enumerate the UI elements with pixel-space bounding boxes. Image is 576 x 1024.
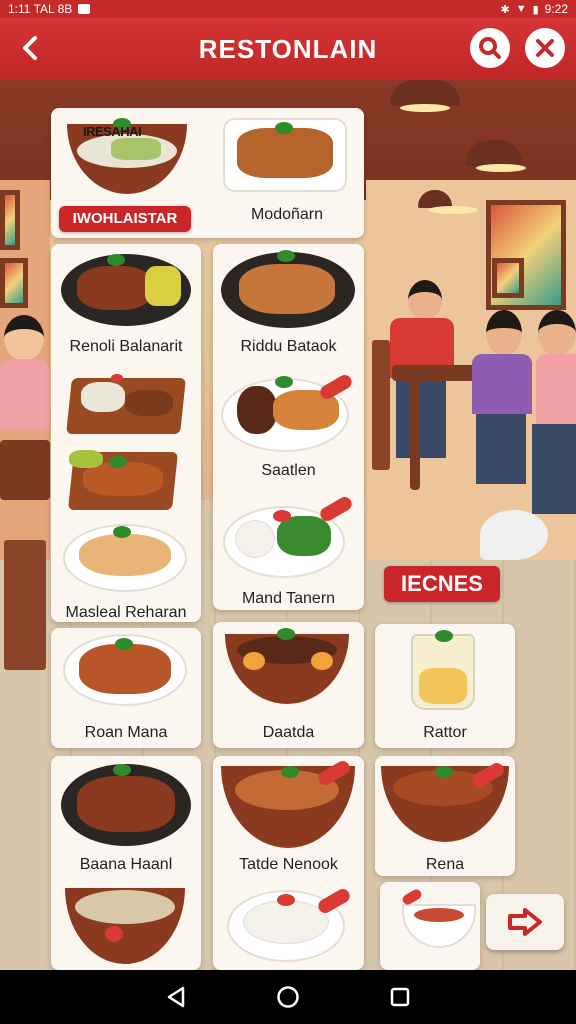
next-arrow-icon [508,908,542,936]
menu-card[interactable] [380,882,480,970]
menu-item-label: Rattor [423,724,467,741]
bowl-text: IRESAHAI [83,124,142,139]
food [125,390,173,416]
tomato [105,926,123,942]
food [79,644,171,694]
herb-garnish [115,638,133,650]
close-button[interactable] [525,28,565,68]
ceiling-lamp [466,140,526,172]
featured-banner[interactable]: IWOHLAISTAR [59,206,191,232]
menu-card[interactable]: Renoli Balanarit Masleal Reharan [51,244,201,622]
app-bar: RESTONLAIN [0,18,576,80]
nav-home-icon [277,986,299,1008]
wall-painting [0,190,20,250]
wifi-icon: ▼ [515,3,527,15]
herb-garnish [113,764,131,776]
herb-garnish [275,376,293,388]
rice [243,900,329,944]
nav-home-button[interactable] [268,977,308,1017]
food [111,138,161,160]
menu-item-label: Roan Mana [84,724,168,741]
status-bar: 1:11 TAL 8B ✱ ▼ ▮ 9:22 [0,0,576,18]
nav-back-icon [167,986,185,1008]
food [81,382,125,412]
wall-painting [492,258,524,298]
tomato-garnish [277,894,295,906]
back-button[interactable] [8,26,52,70]
nav-back-button[interactable] [156,977,196,1017]
bluetooth-icon: ✱ [500,3,510,16]
diner-figure [528,310,576,540]
food [77,266,153,310]
food [414,908,464,922]
food [79,534,171,576]
herb-garnish [277,628,295,640]
herb-garnish [109,456,127,468]
food [239,264,335,314]
menu-card[interactable]: Rattor [375,624,515,748]
food [277,516,331,556]
chili-garnish [111,374,123,382]
food [77,776,175,832]
food [69,450,103,468]
herb-garnish [435,766,453,778]
chair [4,540,46,670]
category-tag[interactable]: IECNES [384,566,500,602]
egg [311,652,333,670]
back-arrow-icon [23,36,37,60]
app-title: RESTONLAIN [198,33,378,64]
food [237,386,277,434]
herb-garnish [277,250,295,262]
next-button[interactable] [486,894,564,950]
menu-item-label: Tatde Nenook [239,856,338,873]
menu-card[interactable]: Rena [375,756,515,876]
system-nav-bar [0,970,576,1024]
sauce-spoon [317,494,355,524]
status-time: 9:22 [544,2,568,16]
menu-item-label: Renoli Balanarit [69,338,183,355]
table [0,440,50,500]
speech-bubble [480,510,548,560]
chair [372,340,390,470]
menu-item-label: Baana Haanl [79,856,173,873]
menu-item-label: Saatlen [261,462,316,479]
tomato-garnish [273,510,291,522]
search-button[interactable] [470,28,510,68]
food [75,890,175,924]
food [237,128,333,178]
egg [243,652,265,670]
food [145,266,181,306]
nav-recents-icon [390,987,410,1007]
status-left-text: 1:11 TAL 8B [8,2,73,16]
menu-card[interactable]: Tatde Nenook [213,756,364,970]
wall-painting [0,258,28,308]
herb-garnish [113,526,131,538]
herb-garnish [281,766,299,778]
table-leg [410,380,420,490]
menu-item-label: Daatda [262,724,315,741]
nav-recents-button[interactable] [380,977,420,1017]
close-icon [536,39,554,57]
menu-card[interactable]: Roan Mana [51,628,201,748]
search-icon [479,37,501,59]
herb-garnish [275,122,293,134]
menu-card[interactable]: Daatda [213,622,364,748]
menu-item-label: Rena [425,856,465,873]
ceiling-lamp [390,80,460,112]
diner-figure [466,310,536,500]
menu-item-label: Riddu Bataok [240,338,337,355]
menu-item-label: Mand Tanern [241,590,336,607]
drink [419,668,467,704]
herb-garnish [435,630,453,642]
menu-card[interactable]: Riddu Bataok Saatlen Mand Tanern [213,244,364,610]
herb-garnish [107,254,125,266]
featured-card[interactable]: IRESAHAI IWOHLAISTAR Modoñarn [51,108,364,238]
menu-item-label: Masleal Reharan [65,604,187,621]
food [235,520,275,558]
battery-icon: ▮ [532,3,539,16]
menu-card[interactable]: Baana Haanl [51,756,201,970]
featured-label: Modoñarn [250,206,324,223]
notification-icon [78,4,91,14]
